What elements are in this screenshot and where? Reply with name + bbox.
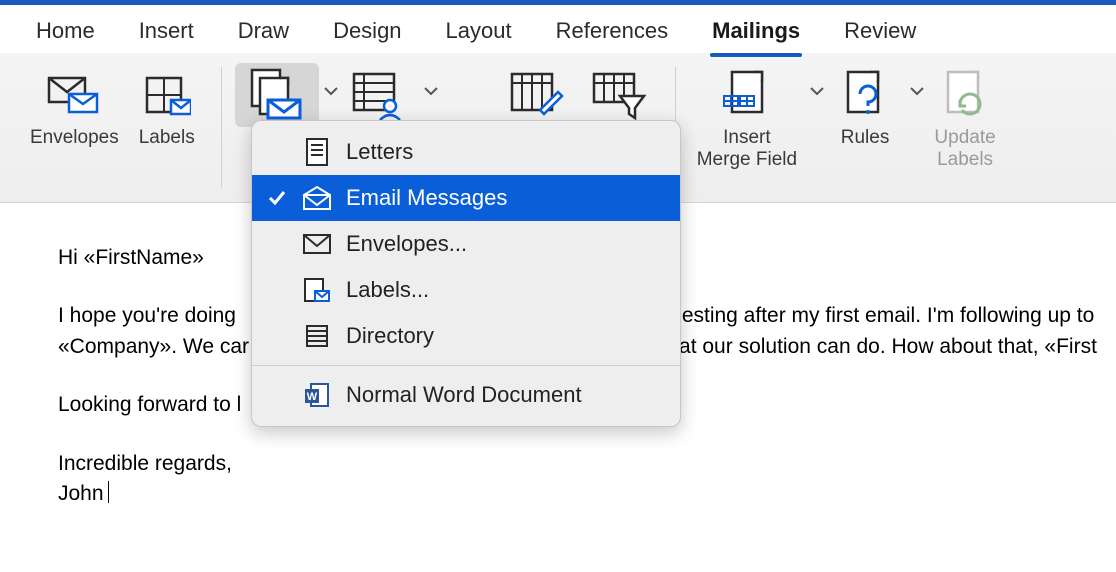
menu-item-email-messages-label: Email Messages [346, 185, 507, 211]
menu-item-labels[interactable]: Labels... [252, 267, 680, 313]
menu-item-letters-label: Letters [346, 139, 413, 165]
labels-button[interactable]: Labels [127, 63, 207, 153]
select-recipients-caret[interactable] [423, 63, 439, 97]
labels-label: Labels [139, 127, 195, 149]
menu-item-letters[interactable]: Letters [252, 129, 680, 175]
tab-design[interactable]: Design [311, 10, 423, 54]
update-labels-icon [933, 67, 997, 123]
menu-item-envelopes[interactable]: Envelopes... [252, 221, 680, 267]
update-labels-button: Update Labels [925, 63, 1005, 175]
menu-item-directory[interactable]: Directory [252, 313, 680, 359]
envelopes-label: Envelopes [30, 127, 119, 149]
labels-small-icon [300, 277, 334, 303]
group-create: Envelopes Labels [8, 63, 221, 196]
open-envelope-icon [300, 185, 334, 211]
start-mail-merge-caret[interactable] [323, 63, 339, 97]
tab-review[interactable]: Review [822, 10, 938, 54]
rules-label: Rules [841, 127, 890, 149]
insert-merge-field-icon [715, 67, 779, 123]
word-doc-icon: W [300, 381, 334, 409]
menu-item-directory-label: Directory [346, 323, 434, 349]
menu-item-email-messages[interactable]: Email Messages [252, 175, 680, 221]
svg-text:W: W [307, 391, 318, 403]
menu-item-envelopes-label: Envelopes... [346, 231, 467, 257]
update-labels-label: Update Labels [934, 127, 995, 171]
edit-recipients-icon [505, 67, 569, 123]
insert-merge-field-label: Insert Merge Field [697, 127, 797, 171]
rules-button[interactable]: Rules [825, 63, 905, 153]
edit-recipient-list-button[interactable] [497, 63, 577, 127]
labels-icon [135, 67, 199, 123]
directory-icon [300, 323, 334, 349]
ribbon-tabs: Home Insert Draw Design Layout Reference… [0, 5, 1116, 53]
tab-insert[interactable]: Insert [117, 10, 216, 54]
tab-layout[interactable]: Layout [424, 10, 534, 54]
menu-item-labels-label: Labels... [346, 277, 429, 303]
check-icon [266, 189, 288, 207]
envelopes-button[interactable]: Envelopes [22, 63, 127, 153]
tab-home[interactable]: Home [14, 10, 117, 54]
rules-icon [833, 67, 897, 123]
menu-separator [252, 365, 680, 366]
letters-icon [300, 137, 334, 167]
mail-merge-docs-icon [245, 67, 309, 123]
tab-mailings[interactable]: Mailings [690, 10, 822, 54]
insert-merge-field-caret[interactable] [809, 63, 825, 97]
group-write-insert-fields: Insert Merge Field [675, 63, 1019, 196]
filter-recipients-icon [587, 67, 651, 123]
tab-references[interactable]: References [534, 10, 691, 54]
envelope-icon [300, 233, 334, 255]
start-mail-merge-menu: Letters Email Messages Envelopes... [251, 120, 681, 427]
start-mail-merge-button[interactable] [235, 63, 319, 127]
text-cursor [108, 481, 109, 503]
menu-item-normal-document-label: Normal Word Document [346, 382, 582, 408]
envelope-icon [42, 67, 106, 123]
select-recipients-button[interactable] [339, 63, 419, 127]
doc-signoff: Incredible regards,John [58, 449, 1116, 510]
menu-item-normal-document[interactable]: W Normal Word Document [252, 372, 680, 418]
insert-merge-field-button[interactable]: Insert Merge Field [689, 63, 805, 175]
rules-caret[interactable] [909, 63, 925, 97]
recipients-list-icon [347, 67, 411, 123]
tab-draw[interactable]: Draw [216, 10, 311, 54]
